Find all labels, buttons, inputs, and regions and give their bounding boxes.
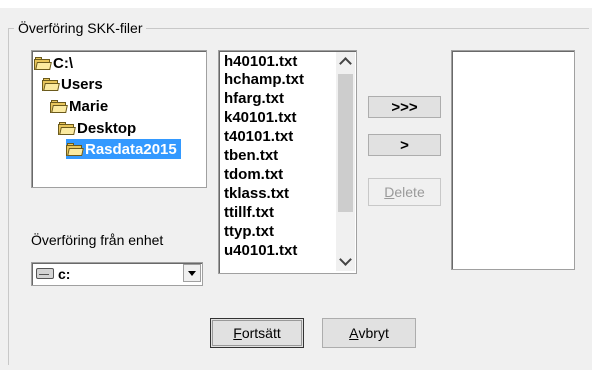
list-item[interactable]: tben.txt xyxy=(224,147,278,165)
dropdown-button[interactable] xyxy=(183,264,201,282)
cancel-button[interactable]: Avbryt xyxy=(322,318,416,348)
tree-item-rasdata2015[interactable]: Rasdata2015 xyxy=(66,139,181,159)
delete-mnemonic: D xyxy=(384,184,395,200)
list-item[interactable]: ttillf.txt xyxy=(224,204,274,222)
tree-item-users[interactable]: Users xyxy=(42,74,103,94)
chevron-down-icon xyxy=(339,253,352,266)
tree-item-label: Rasdata2015 xyxy=(85,140,177,158)
cancel-label: vbryt xyxy=(358,325,389,341)
continue-mnemonic: F xyxy=(233,325,242,341)
tree-item-label: C:\ xyxy=(53,54,73,72)
cancel-mnemonic: A xyxy=(349,325,359,341)
delete-button[interactable]: Delete xyxy=(368,178,441,206)
device-select[interactable]: c: xyxy=(31,262,203,286)
continue-label: ortsätt xyxy=(241,325,281,341)
folder-open-icon xyxy=(50,99,68,113)
list-item[interactable]: ttyp.txt xyxy=(224,223,274,241)
window-top-edge xyxy=(0,0,592,8)
move-all-button[interactable]: >>> xyxy=(368,96,441,118)
folder-open-icon xyxy=(58,121,76,135)
device-select-value: c: xyxy=(58,266,71,282)
tree-item-marie[interactable]: Marie xyxy=(50,96,108,116)
list-item[interactable]: tdom.txt xyxy=(224,166,283,184)
scrollbar-thumb[interactable] xyxy=(338,74,353,212)
tree-item-desktop[interactable]: Desktop xyxy=(58,118,136,138)
file-list-scrollbar[interactable] xyxy=(336,52,355,271)
chevron-up-icon xyxy=(339,57,352,70)
continue-button[interactable]: Fortsätt xyxy=(210,318,304,348)
source-file-list[interactable]: h40101.txt hchamp.txt hfarg.txt k40101.t… xyxy=(218,50,357,274)
drive-icon xyxy=(36,268,54,279)
scroll-down-button[interactable] xyxy=(336,252,355,271)
move-one-button[interactable]: > xyxy=(368,134,441,156)
folder-open-icon xyxy=(66,142,84,156)
delete-label: elete xyxy=(394,184,425,200)
list-item[interactable]: k40101.txt xyxy=(224,109,297,127)
list-item[interactable]: tklass.txt xyxy=(224,185,289,203)
chevron-down-icon xyxy=(188,270,196,276)
list-item[interactable]: u40101.txt xyxy=(224,242,297,260)
folder-open-icon xyxy=(42,77,60,91)
scroll-up-button[interactable] xyxy=(336,52,355,71)
list-item[interactable]: t40101.txt xyxy=(224,128,293,146)
target-file-list[interactable] xyxy=(451,50,575,270)
directory-tree[interactable]: C:\ Users Marie Desktop Rasdata2015 xyxy=(31,50,207,188)
groupbox-title: Överföring SKK-filer xyxy=(14,20,147,36)
list-item[interactable]: h40101.txt xyxy=(224,53,297,71)
tree-item-label: Marie xyxy=(69,97,109,115)
tree-item-label: Users xyxy=(61,75,103,93)
tree-item-label: Desktop xyxy=(77,119,137,137)
list-item[interactable]: hchamp.txt xyxy=(224,71,304,89)
folder-open-icon xyxy=(34,56,52,70)
list-item[interactable]: hfarg.txt xyxy=(224,90,284,108)
device-label: Överföring från enhet xyxy=(31,232,164,248)
tree-item-c-drive[interactable]: C:\ xyxy=(34,53,73,73)
